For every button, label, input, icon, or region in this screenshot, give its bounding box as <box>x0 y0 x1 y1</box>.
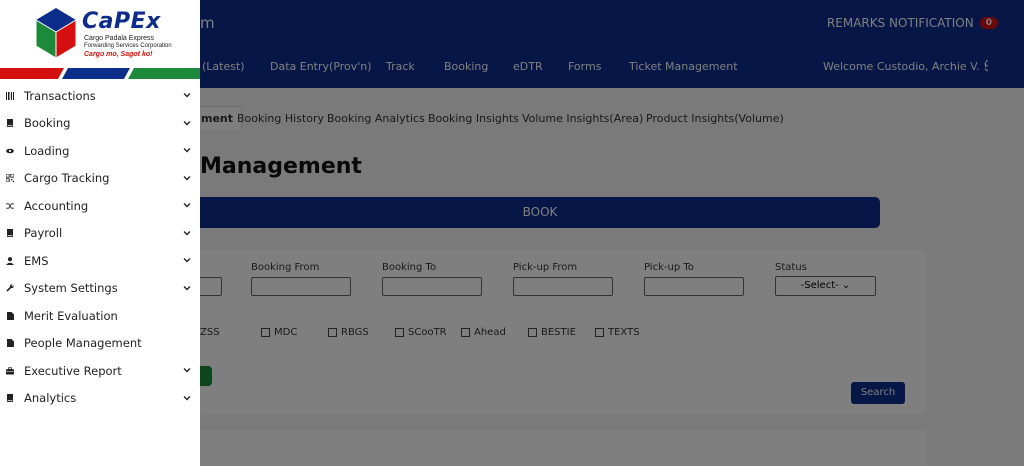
sidebar-item-label: Booking <box>24 116 71 131</box>
sidebar-item-label: Transactions <box>24 88 96 103</box>
sidebar-item-label: Payroll <box>24 226 63 241</box>
chevron-down-icon[interactable] <box>182 393 192 403</box>
file-icon <box>6 311 14 320</box>
sidebar-item-system-settings[interactable]: System Settings <box>0 275 200 303</box>
sidebar-item-label: Merit Evaluation <box>24 308 118 323</box>
sidebar-item-label: Analytics <box>24 391 77 406</box>
sidebar-item-analytics[interactable]: Analytics <box>0 385 200 413</box>
chevron-down-icon[interactable] <box>182 255 192 265</box>
sidebar-item-label: People Management <box>24 336 142 351</box>
sidebar: CaPEx Cargo Padala Express Forwarding Se… <box>0 0 200 466</box>
briefcase-icon <box>6 367 14 375</box>
chevron-down-icon[interactable] <box>182 173 192 183</box>
file-icon <box>6 339 14 348</box>
sidebar-item-people-management[interactable]: People Management <box>0 330 200 358</box>
sidebar-item-cargo-tracking[interactable]: Cargo Tracking <box>0 165 200 193</box>
sidebar-item-label: Accounting <box>24 198 89 213</box>
logo-tagline: Cargo mo, Sagot ko! <box>84 51 153 58</box>
sidebar-item-payroll[interactable]: Payroll <box>0 220 200 248</box>
qr-icon <box>6 174 14 183</box>
shuffle-icon <box>6 202 14 210</box>
book-icon <box>6 119 14 128</box>
sidebar-item-label: EMS <box>24 253 49 268</box>
sidebar-item-label: System Settings <box>24 281 118 296</box>
logo-name: CaPEx <box>82 9 161 34</box>
chevron-down-icon[interactable] <box>182 145 192 155</box>
sidebar-item-loading[interactable]: Loading <box>0 137 200 165</box>
sidebar-item-transactions[interactable]: Transactions <box>0 82 200 110</box>
chevron-down-icon[interactable] <box>182 200 192 210</box>
sidebar-item-booking[interactable]: Booking <box>0 110 200 138</box>
logo-subtitle-2: Forwarding Services Corporation <box>84 43 172 49</box>
sidebar-item-ems[interactable]: EMS <box>0 247 200 275</box>
sidebar-item-merit-evaluation[interactable]: Merit Evaluation <box>0 302 200 330</box>
book-icon <box>6 394 14 403</box>
user-icon <box>6 256 14 265</box>
barcode-icon <box>6 91 14 100</box>
chevron-down-icon[interactable] <box>182 365 192 375</box>
sidebar-item-label: Loading <box>24 143 70 158</box>
sidebar-item-accounting[interactable]: Accounting <box>0 192 200 220</box>
chevron-down-icon[interactable] <box>182 283 192 293</box>
sidebar-item-executive-report[interactable]: Executive Report <box>0 357 200 385</box>
sidebar-menu: Transactions Booking Loading Cargo Track… <box>0 82 200 412</box>
eye-icon <box>6 147 14 155</box>
chevron-down-icon[interactable] <box>182 90 192 100</box>
sidebar-item-label: Executive Report <box>24 363 122 378</box>
chevron-down-icon[interactable] <box>182 228 192 238</box>
capex-cube-icon <box>35 8 77 59</box>
book-icon <box>6 229 14 238</box>
logo[interactable]: CaPEx Cargo Padala Express Forwarding Se… <box>0 0 200 68</box>
brand-stripes <box>0 68 200 79</box>
sidebar-item-label: Cargo Tracking <box>24 171 110 186</box>
wrench-icon <box>6 284 14 292</box>
logo-subtitle: Cargo Padala Express <box>84 35 155 42</box>
chevron-down-icon[interactable] <box>182 118 192 128</box>
